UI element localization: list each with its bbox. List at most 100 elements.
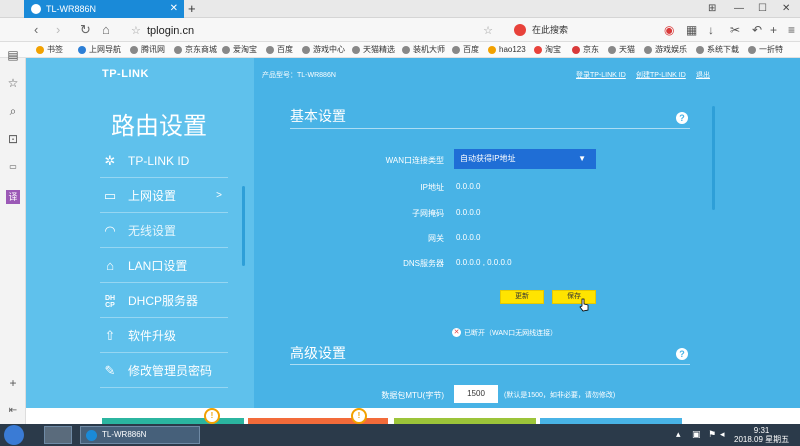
- bookmark-item[interactable]: 游戏娱乐: [644, 42, 687, 58]
- maximize-button[interactable]: ☐: [758, 0, 767, 18]
- scissors-icon[interactable]: ✂: [730, 22, 740, 38]
- wan-type-value: 自动获得IP地址: [460, 154, 516, 163]
- clock[interactable]: 9:31 2018.09 星期五: [734, 426, 789, 444]
- model-label: 产品型号：TL-WR886N: [262, 72, 336, 79]
- bookmark-item[interactable]: hao123: [488, 42, 526, 58]
- add-icon[interactable]: +: [6, 376, 20, 390]
- page-icon: ☆: [131, 25, 141, 37]
- reload-icon[interactable]: ↻: [80, 21, 91, 39]
- advanced-settings-title: 高级设置: [290, 345, 346, 361]
- search-icon[interactable]: ⌕: [6, 104, 20, 118]
- tab-close-icon[interactable]: ✕: [170, 0, 178, 18]
- cart-icon[interactable]: ⊡: [6, 132, 20, 146]
- chevron-right-icon: >: [216, 190, 222, 201]
- refresh-button[interactable]: 更新: [500, 290, 544, 304]
- search-input[interactable]: 在此搜索: [512, 21, 652, 39]
- wan-type-select[interactable]: 自动获得IP地址 ▼: [454, 149, 596, 169]
- page-title: 路由设置: [111, 113, 207, 140]
- gateway-label: 网关: [428, 234, 444, 243]
- bookmark-item[interactable]: 百度: [266, 42, 293, 58]
- logout-link[interactable]: 退出: [696, 70, 710, 80]
- menu-item-lan[interactable]: ⌂ LAN口设置: [100, 249, 228, 283]
- bookmark-item[interactable]: 天猫: [608, 42, 635, 58]
- restore-icon[interactable]: ⊞: [708, 0, 716, 18]
- bottom-strip: ! !: [26, 408, 800, 424]
- menu-scrollbar[interactable]: [242, 186, 245, 266]
- bookmark-item[interactable]: 系统下载: [696, 42, 739, 58]
- bookmark-item[interactable]: 上网导航: [78, 42, 121, 58]
- bookmark-item[interactable]: 淘宝: [534, 42, 561, 58]
- volume-icon[interactable]: ◂: [720, 429, 725, 440]
- bookmark-item[interactable]: 游戏中心: [302, 42, 345, 58]
- forward-icon[interactable]: ›: [56, 21, 60, 39]
- new-tab-button[interactable]: +: [188, 0, 196, 18]
- app-icon[interactable]: ▭: [6, 160, 20, 174]
- tray-arrow-icon[interactable]: ▴: [676, 429, 681, 440]
- minimize-button[interactable]: —: [734, 0, 744, 18]
- flag-icon[interactable]: ⚑: [708, 429, 716, 440]
- dhcp-icon: DH CP: [104, 295, 116, 309]
- bookmark-item[interactable]: 百度: [452, 42, 479, 58]
- menu-item-wireless[interactable]: ◠ 无线设置: [100, 214, 228, 248]
- menu-item-admin-password[interactable]: ✎ 修改管理员密码: [100, 354, 228, 388]
- connection-status: ✕ 已断开（WAN口无网线连接）: [452, 328, 557, 338]
- pencil-icon: ✎: [104, 363, 116, 378]
- bookmark-item[interactable]: 书签: [36, 42, 63, 58]
- reader-icon[interactable]: ▤: [6, 48, 20, 62]
- menu-item-label: LAN口设置: [128, 259, 188, 273]
- clock-date: 2018.09 星期五: [734, 435, 790, 444]
- basic-settings-title: 基本设置: [290, 108, 346, 124]
- bookmark-item[interactable]: 京东商城: [174, 42, 217, 58]
- browser-tab[interactable]: TL-WR886N ✕: [24, 0, 184, 18]
- tp-link-logo: TP-LINK: [102, 68, 149, 80]
- menu-item-dhcp[interactable]: DH CP DHCP服务器: [100, 284, 228, 318]
- mtu-hint: (默认是1500，如非必要，请勿修改): [504, 392, 616, 399]
- exit-icon[interactable]: ⇤: [6, 404, 20, 418]
- mtu-input[interactable]: 1500: [454, 385, 498, 403]
- back-icon[interactable]: ‹: [34, 21, 38, 39]
- bookmark-item[interactable]: 装机大师: [402, 42, 445, 58]
- menu-item-internet[interactable]: ▭ 上网设置 >: [100, 179, 228, 213]
- router-menu-panel: TP-LINK 路由设置 ✲ TP-LINK ID ▭ 上网设置 > ◠ 无线设…: [26, 58, 254, 408]
- hand-cursor-icon: [579, 298, 589, 312]
- search-placeholder: 在此搜索: [532, 25, 569, 35]
- network-icon[interactable]: ▣: [692, 429, 701, 440]
- undo-icon[interactable]: ↶: [752, 22, 762, 38]
- menu-item-upgrade[interactable]: ⇧ 软件升级: [100, 319, 228, 353]
- bookmark-item[interactable]: 京东: [572, 42, 599, 58]
- bookmark-icon: [696, 46, 704, 54]
- help-icon[interactable]: ?: [676, 348, 688, 360]
- favorites-icon[interactable]: ☆: [6, 76, 20, 90]
- login-tplink-id-link[interactable]: 登录TP-LINK ID: [576, 70, 626, 80]
- title-bar: TL-WR886N ✕ + ⊞ — ☐ ✕: [0, 0, 800, 18]
- menu-icon[interactable]: ≡: [788, 22, 795, 38]
- bookmark-icon: [748, 46, 756, 54]
- start-button[interactable]: [4, 425, 24, 445]
- address-text: tplogin.cn: [147, 25, 195, 37]
- home-icon[interactable]: ⌂: [102, 21, 110, 39]
- bookmark-item[interactable]: 爱淘宝: [222, 42, 257, 58]
- translate-icon[interactable]: 译: [6, 190, 20, 204]
- bookmark-icon: [488, 46, 496, 54]
- game-icon[interactable]: ◉: [664, 22, 674, 38]
- bookmark-item[interactable]: 腾讯网: [130, 42, 165, 58]
- grid-icon[interactable]: ▦: [686, 22, 697, 38]
- download-icon[interactable]: ↓: [708, 22, 714, 38]
- bookmark-star-icon[interactable]: ☆: [483, 22, 493, 40]
- close-button[interactable]: ✕: [782, 0, 790, 18]
- add-icon[interactable]: +: [770, 22, 777, 38]
- help-icon[interactable]: ?: [676, 112, 688, 124]
- bookmark-icon: [302, 46, 310, 54]
- menu-item-label: TP-LINK ID: [128, 154, 190, 168]
- bookmark-item[interactable]: 一折特: [748, 42, 783, 58]
- menu-item-label: 软件升级: [128, 329, 177, 343]
- bookmark-item[interactable]: 天猫精选: [352, 42, 395, 58]
- file-explorer-button[interactable]: [44, 426, 72, 444]
- address-bar[interactable]: ☆ tplogin.cn ☆: [128, 21, 500, 39]
- star-icon: [36, 46, 44, 54]
- menu-item-tp-link-id[interactable]: ✲ TP-LINK ID: [100, 144, 228, 178]
- taskbar-app-label: TL-WR886N: [102, 430, 147, 439]
- content-scrollbar[interactable]: [712, 106, 715, 210]
- create-tplink-id-link[interactable]: 创建TP-LINK ID: [636, 70, 686, 80]
- bookmarks-bar: 书签 上网导航 腾讯网 京东商城 爱淘宝 百度 游戏中心 天猫精选 装机大师 百…: [0, 42, 800, 58]
